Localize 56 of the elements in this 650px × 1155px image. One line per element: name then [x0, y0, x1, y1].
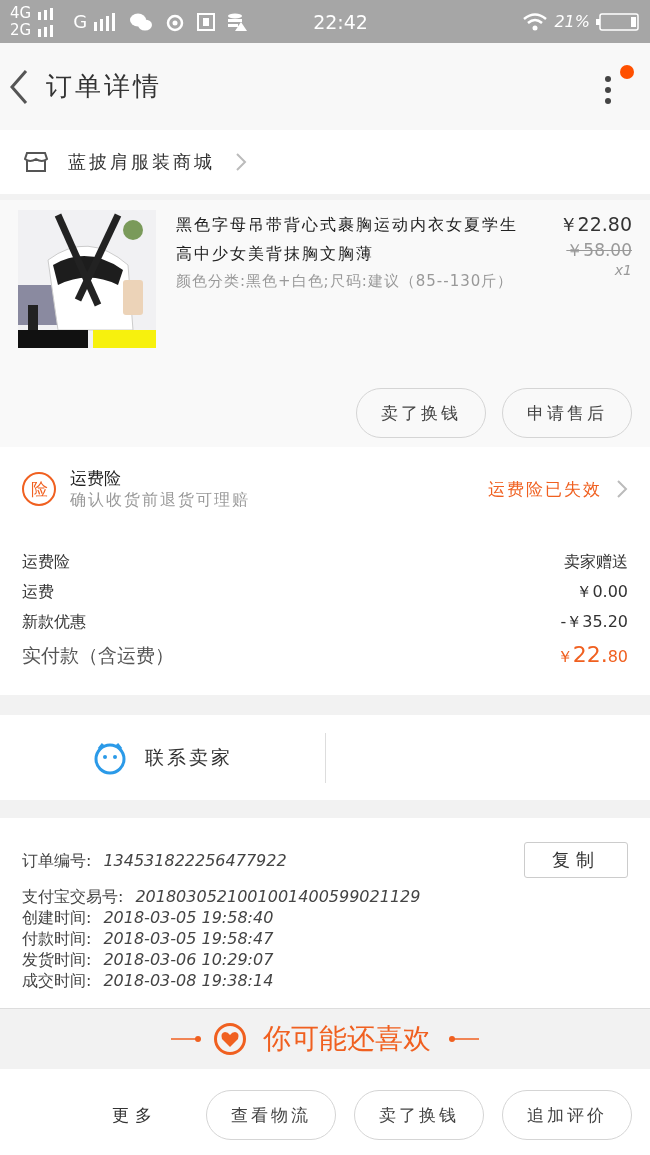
cost-value: -￥35.20 [560, 611, 628, 633]
action-button[interactable]: 卖了换钱 [356, 388, 486, 438]
wifi-icon [522, 11, 549, 32]
cost-value: ￥0.00 [576, 581, 628, 603]
total-label: 实付款（含运费） [22, 643, 174, 668]
action-button[interactable]: 卖了换钱 [354, 1090, 484, 1140]
quantity: x1 [614, 262, 632, 278]
cost-label: 运费险 [22, 551, 70, 573]
dash-icon [171, 1035, 203, 1043]
insurance-badge: 险 [22, 472, 56, 506]
action-button[interactable]: 申请售后 [502, 388, 632, 438]
info-label: 创建时间: [22, 907, 92, 928]
dash-icon [447, 1035, 479, 1043]
info-value: 2018-03-08 19:38:14 [103, 970, 274, 991]
info-label: 发货时间: [22, 949, 92, 970]
info-label: 支付宝交易号: [22, 886, 124, 907]
insurance-title: 运费险 [70, 467, 122, 490]
more-link[interactable]: 更多 [112, 1103, 158, 1127]
chevron-icon [235, 152, 247, 172]
total-amount: ￥22.80 [556, 641, 628, 669]
product-options: 颜色分类:黑色+白色;尺码:建议（85--130斤） [176, 268, 520, 295]
database-warning-icon [227, 11, 248, 32]
action-button[interactable]: 追加评价 [502, 1090, 632, 1140]
info-value: 2018030521001001400599021129 [135, 886, 421, 907]
clock: 22:42 [313, 10, 368, 33]
smiley-icon [92, 740, 127, 775]
chat-icon [129, 11, 154, 32]
insurance-subtitle: 确认收货前退货可理赔 [70, 490, 250, 511]
price: ￥22.80 [558, 212, 632, 237]
action-button[interactable]: 查看物流 [206, 1090, 336, 1140]
battery-percent: 21% [554, 12, 590, 31]
page-title: 订单详情 [46, 70, 162, 103]
original-price: ￥58.00 [566, 239, 632, 262]
square-icon [197, 11, 216, 32]
cost-label: 新款优惠 [22, 611, 86, 633]
shop-row[interactable]: 蓝披肩服装商城 [0, 130, 650, 194]
product-title[interactable]: 黑色字母吊带背心式裹胸运动内衣女夏学生高中少女美背抹胸文胸薄 [176, 210, 520, 268]
info-value: 2018-03-06 10:29:07 [103, 949, 274, 970]
info-label: 订单编号: [22, 849, 92, 871]
info-value: 134531822256477922 [103, 849, 287, 871]
back-icon[interactable] [8, 68, 30, 105]
network-label: 2G [10, 21, 32, 39]
info-label: 付款时间: [22, 928, 92, 949]
store-icon [24, 151, 48, 173]
network-label: G [73, 11, 88, 32]
network-label: 4G [10, 4, 32, 22]
chevron-icon [616, 479, 628, 499]
signal-icon [93, 11, 118, 32]
info-value: 2018-03-05 19:58:47 [103, 928, 274, 949]
info-value: 2018-03-05 19:58:40 [103, 907, 274, 928]
recommend-title: 你可能还喜欢 [263, 1021, 431, 1057]
cost-value: 卖家赠送 [564, 551, 628, 573]
battery-icon [596, 11, 640, 32]
copy-button[interactable]: 复制 [524, 842, 628, 878]
info-label: 成交时间: [22, 970, 92, 991]
cost-label: 运费 [22, 581, 54, 603]
